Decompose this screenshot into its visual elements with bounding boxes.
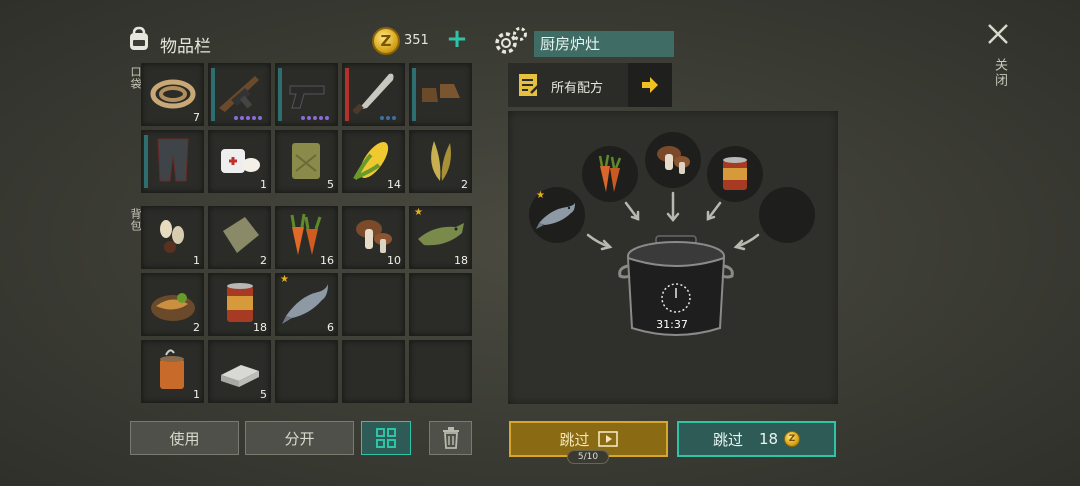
pocket-slot[interactable]: 5 bbox=[275, 130, 338, 193]
item-count: 1 bbox=[193, 388, 200, 401]
backpack-slot[interactable]: 18 bbox=[208, 273, 271, 336]
skip-coin-button[interactable]: 跳过 18 Z bbox=[677, 421, 836, 457]
coin-icon: Z bbox=[372, 27, 400, 55]
item-count: 18 bbox=[454, 254, 468, 267]
pocket-slot[interactable] bbox=[342, 63, 405, 126]
item-count: 6 bbox=[327, 321, 334, 334]
trash-button[interactable] bbox=[429, 421, 472, 455]
item-count: 5 bbox=[327, 178, 334, 191]
backpack-slot[interactable]: 16 bbox=[275, 206, 338, 269]
skip-coin-label: 跳过 bbox=[712, 430, 743, 449]
backpack-slot[interactable]: 2 bbox=[208, 206, 271, 269]
item-count: 2 bbox=[193, 321, 200, 334]
recipe-icon bbox=[519, 74, 539, 96]
item-count: 14 bbox=[387, 178, 401, 191]
ad-counter-badge: 5/10 bbox=[567, 450, 609, 464]
coin-balance: 351 bbox=[404, 33, 429, 48]
sort-grid-button[interactable] bbox=[361, 421, 411, 455]
metal-bars-icon bbox=[221, 365, 259, 387]
cooking-timer: 31:37 bbox=[656, 318, 688, 331]
quality-star-icon: ★ bbox=[414, 207, 423, 218]
backpack-slot[interactable] bbox=[409, 340, 472, 403]
upgrade-dots bbox=[234, 116, 262, 120]
item-count: 10 bbox=[387, 254, 401, 267]
item-count: 5 bbox=[260, 388, 267, 401]
boots-icon bbox=[422, 84, 460, 102]
backpack-slot[interactable] bbox=[409, 273, 472, 336]
backpack-slot[interactable]: 5 bbox=[208, 340, 271, 403]
seeds-icon bbox=[160, 220, 184, 253]
jerrycan-icon bbox=[292, 143, 320, 179]
inventory-title: 物品栏 bbox=[160, 37, 211, 57]
upgrade-dots bbox=[301, 116, 329, 120]
pocket-grid: 7 1 5 14 2 bbox=[141, 63, 472, 193]
backpack-slot[interactable]: 2 bbox=[141, 273, 204, 336]
backpack-slot[interactable]: 10 bbox=[342, 206, 405, 269]
item-count: 7 bbox=[193, 111, 200, 124]
gear-icon bbox=[495, 27, 527, 54]
backpack-slot[interactable]: 1 bbox=[141, 206, 204, 269]
item-count: 1 bbox=[260, 178, 267, 191]
mushrooms-icon bbox=[657, 146, 690, 174]
station-name: 厨房炉灶 bbox=[534, 31, 674, 57]
salmon-icon bbox=[282, 284, 328, 324]
ingredient-slot-canned-food[interactable] bbox=[707, 146, 763, 202]
add-coins-button[interactable]: + bbox=[444, 26, 470, 53]
canned-food-icon bbox=[723, 157, 747, 190]
trash-icon bbox=[442, 427, 459, 449]
split-button[interactable]: 分开 bbox=[245, 421, 354, 455]
fish-dish-icon bbox=[151, 293, 195, 321]
close-icon[interactable] bbox=[984, 20, 1012, 48]
machete-icon bbox=[352, 73, 394, 115]
stew-can-icon bbox=[160, 349, 184, 389]
recipes-arrow-button[interactable] bbox=[628, 63, 672, 107]
skip-ad-label: 跳过 bbox=[559, 430, 590, 449]
backpack-icon bbox=[130, 26, 148, 50]
ingredient-slot-carrots[interactable] bbox=[582, 146, 638, 202]
ingredient-slot-empty[interactable] bbox=[759, 187, 815, 243]
item-count: 16 bbox=[320, 254, 334, 267]
leaves-icon bbox=[431, 141, 451, 181]
pocket-slot[interactable]: 14 bbox=[342, 130, 405, 193]
coin-icon: Z bbox=[784, 431, 801, 447]
pocket-slot[interactable] bbox=[141, 130, 204, 193]
pocket-slot[interactable]: 7 bbox=[141, 63, 204, 126]
use-button[interactable]: 使用 bbox=[130, 421, 239, 455]
backpack-slot[interactable]: 1 bbox=[141, 340, 204, 403]
cloth-icon bbox=[223, 217, 259, 253]
all-recipes-label: 所有配方 bbox=[551, 81, 604, 96]
armor-pants-icon bbox=[157, 138, 189, 182]
item-count: 2 bbox=[461, 178, 468, 191]
bandage-medkit-icon bbox=[221, 149, 260, 173]
upgrade-dots bbox=[380, 116, 396, 120]
pocket-slot[interactable]: 1 bbox=[208, 130, 271, 193]
item-count: 1 bbox=[193, 254, 200, 267]
ingredient-slot-mushrooms[interactable] bbox=[645, 132, 701, 188]
carrots-icon bbox=[598, 154, 622, 192]
pocket-slot[interactable] bbox=[208, 63, 271, 126]
ak-rifle-icon bbox=[219, 76, 259, 112]
pistol-icon bbox=[289, 85, 325, 109]
quality-star-icon: ★ bbox=[536, 190, 545, 201]
skip-coin-cost: 18 bbox=[758, 430, 779, 448]
quality-star-icon: ★ bbox=[280, 274, 289, 285]
backpack-slot[interactable]: ★ 18 bbox=[409, 206, 472, 269]
video-play-icon bbox=[597, 431, 618, 447]
pocket-slot[interactable]: 2 bbox=[409, 130, 472, 193]
pocket-slot[interactable] bbox=[275, 63, 338, 126]
arrow-right-icon bbox=[642, 77, 658, 93]
item-count: 18 bbox=[253, 321, 267, 334]
backpack-slot[interactable] bbox=[342, 340, 405, 403]
backpack-slot[interactable] bbox=[342, 273, 405, 336]
close-label[interactable]: 关闭 bbox=[990, 58, 1009, 88]
backpack-grid: 1 2 16 10 ★ 18 2 18 ★ 6 1 5 bbox=[141, 206, 472, 403]
item-count: 2 bbox=[260, 254, 267, 267]
backpack-slot[interactable] bbox=[275, 340, 338, 403]
pocket-slot[interactable] bbox=[409, 63, 472, 126]
rope-icon bbox=[150, 79, 196, 109]
backpack-slot[interactable]: ★ 6 bbox=[275, 273, 338, 336]
grid-icon bbox=[376, 428, 396, 448]
